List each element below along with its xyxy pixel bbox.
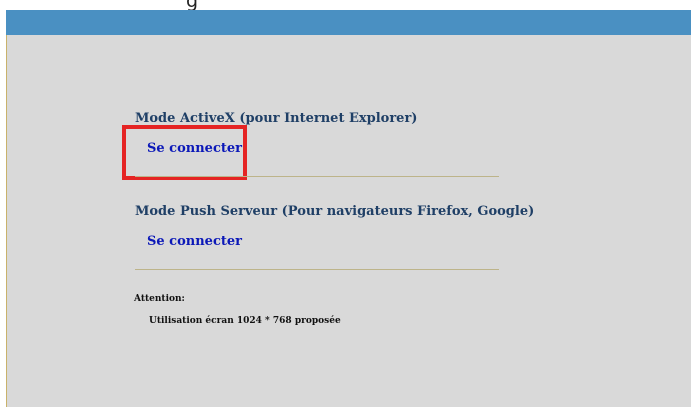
attention-message: Utilisation écran 1024 * 768 proposée — [149, 316, 341, 326]
divider-pushserver — [135, 269, 499, 270]
pushserver-mode-title: Mode Push Serveur (Pour navigateurs Fire… — [135, 204, 535, 219]
page: g Mode ActiveX (pour Internet Explorer) … — [0, 0, 691, 407]
pushserver-connect-link[interactable]: Se connecter — [147, 234, 242, 250]
activex-connect-link[interactable]: Se connecter — [147, 141, 242, 157]
content-panel: Mode ActiveX (pour Internet Explorer) Se… — [6, 35, 691, 407]
divider-activex — [135, 176, 499, 177]
attention-label: Attention: — [134, 294, 185, 304]
header-bar — [6, 10, 691, 35]
